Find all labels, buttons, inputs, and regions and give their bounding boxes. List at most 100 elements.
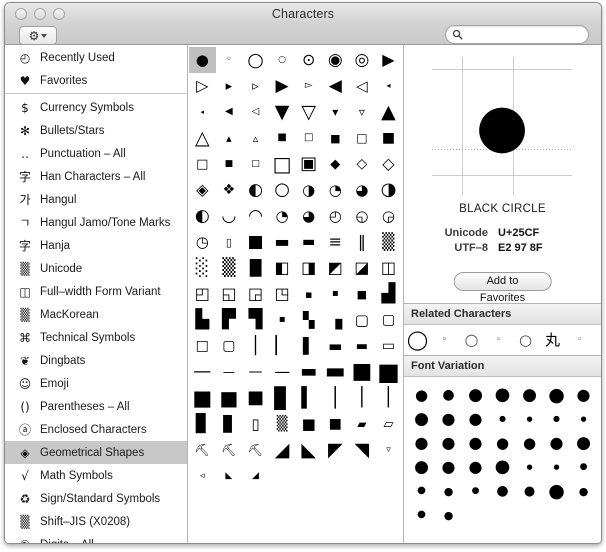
character-cell[interactable]: ◇ xyxy=(375,151,402,177)
font-variation-cell[interactable]: ● xyxy=(570,383,597,407)
font-variation-cell[interactable]: ● xyxy=(408,383,435,407)
character-cell[interactable]: ◡ xyxy=(216,203,243,229)
character-cell[interactable]: ▯ xyxy=(216,229,243,255)
character-cell[interactable]: ◴ xyxy=(322,203,349,229)
character-cell[interactable]: ◱ xyxy=(216,281,243,307)
character-cell[interactable]: ● xyxy=(189,47,216,73)
character-cell[interactable]: ◳ xyxy=(269,281,296,307)
character-cell[interactable]: ⛏ xyxy=(189,437,216,463)
character-cell[interactable]: ▌ xyxy=(295,333,322,359)
character-cell[interactable]: ▬ xyxy=(349,333,376,359)
font-variation-cell[interactable]: ● xyxy=(408,431,435,455)
font-variation-cell[interactable]: ● xyxy=(570,431,597,455)
font-variation-cell[interactable]: ● xyxy=(543,407,570,431)
related-character-cell[interactable]: ◦ xyxy=(431,335,458,345)
character-cell[interactable]: ⛏ xyxy=(242,437,269,463)
sidebar-item-digits-all[interactable]: ① Digits – All xyxy=(5,533,187,544)
character-cell[interactable]: ◣ xyxy=(216,463,243,489)
character-cell[interactable]: ▒ xyxy=(216,255,243,281)
character-cell[interactable]: ◑ xyxy=(375,177,402,203)
character-cell[interactable]: □ xyxy=(189,151,216,177)
font-variation-cell[interactable]: ● xyxy=(462,407,489,431)
font-variation-cell[interactable]: ● xyxy=(516,407,543,431)
character-cell[interactable]: █ xyxy=(242,255,269,281)
sidebar-item-hangul-jamo-tone-marks[interactable]: ㄱ Hangul Jamo/Tone Marks xyxy=(5,211,187,234)
character-cell[interactable]: ◲ xyxy=(242,281,269,307)
font-variation-cell[interactable]: ● xyxy=(570,455,597,479)
character-cell[interactable]: ◣ xyxy=(295,437,322,463)
character-cell[interactable]: ▶ xyxy=(269,73,296,99)
font-variation-cell[interactable]: ● xyxy=(408,455,435,479)
related-character-cell[interactable]: 丸 xyxy=(539,332,566,348)
sidebar-item-dingbats[interactable]: ❦ Dingbats xyxy=(5,349,187,372)
character-cell[interactable]: ⊙ xyxy=(295,47,322,73)
character-cell[interactable]: │ xyxy=(242,333,269,359)
character-cell[interactable]: ▹ xyxy=(242,73,269,99)
character-cell[interactable]: ◢ xyxy=(242,463,269,489)
character-cell[interactable]: ▜ xyxy=(242,307,269,333)
character-cell[interactable]: ◢ xyxy=(269,437,296,463)
character-cell[interactable]: ◤ xyxy=(322,437,349,463)
character-cell[interactable]: ◥ xyxy=(349,437,376,463)
character-cell[interactable]: ◁ xyxy=(242,99,269,125)
character-cell[interactable]: □ xyxy=(242,151,269,177)
font-variation-cell[interactable]: ● xyxy=(489,479,516,503)
font-variation-cell[interactable]: ● xyxy=(570,407,597,431)
font-variation-cell[interactable]: ● xyxy=(543,455,570,479)
font-variation-cell[interactable]: ● xyxy=(543,479,570,503)
sidebar-item-mackorean[interactable]: ▒ MacKorean xyxy=(5,303,187,326)
sidebar-item-hanja[interactable]: 字 Hanja xyxy=(5,234,187,257)
font-variation-cell[interactable]: ● xyxy=(489,455,516,479)
character-cell[interactable]: ◎ xyxy=(349,47,376,73)
character-cell[interactable]: ◩ xyxy=(322,255,349,281)
font-variation-cell[interactable]: ● xyxy=(435,431,462,455)
font-variation-cell[interactable]: ● xyxy=(462,383,489,407)
character-cell[interactable]: ◂ xyxy=(189,99,216,125)
character-cell[interactable]: ▸ xyxy=(216,73,243,99)
character-cell[interactable]: ▬ xyxy=(295,359,322,385)
character-cell[interactable]: ▶ xyxy=(375,47,402,73)
character-cell[interactable]: ▬ xyxy=(322,359,349,385)
character-cell[interactable]: ▢ xyxy=(375,307,402,333)
font-variation-cell[interactable]: ● xyxy=(489,431,516,455)
related-character-cell[interactable]: ◦ xyxy=(566,335,593,345)
font-variation-cell[interactable]: ● xyxy=(543,431,570,455)
character-cell[interactable]: ■ xyxy=(242,229,269,255)
font-variation-cell[interactable]: ● xyxy=(435,383,462,407)
character-cell[interactable]: ░ xyxy=(189,255,216,281)
character-cell[interactable]: □ xyxy=(349,125,376,151)
character-cell[interactable]: ▙ xyxy=(189,307,216,333)
character-cell[interactable]: ○ xyxy=(242,47,269,73)
character-cell[interactable]: ▽ xyxy=(295,99,322,125)
character-cell[interactable]: ▢ xyxy=(349,307,376,333)
character-cell[interactable]: ■ xyxy=(242,385,269,411)
character-cell[interactable]: ▗ xyxy=(322,307,349,333)
character-cell[interactable]: ■ xyxy=(349,281,376,307)
sidebar-item-unicode[interactable]: ▒ Unicode xyxy=(5,257,187,280)
character-cell[interactable]: ◈ xyxy=(189,177,216,203)
character-cell[interactable]: ◔ xyxy=(322,177,349,203)
font-variation-cell[interactable]: ● xyxy=(516,455,543,479)
sidebar-item-technical-symbols[interactable]: ⌘ Technical Symbols xyxy=(5,326,187,349)
character-cell[interactable]: ▪ xyxy=(295,281,322,307)
font-variation-cell[interactable]: ● xyxy=(462,479,489,503)
character-cell[interactable]: ◕ xyxy=(349,177,376,203)
character-cell[interactable]: ◠ xyxy=(242,203,269,229)
character-cell[interactable]: ▣ xyxy=(295,151,322,177)
font-variation-cell[interactable]: ● xyxy=(435,479,462,503)
sidebar-item-sign-standard-symbols[interactable]: ♻ Sign/Standard Symbols xyxy=(5,487,187,510)
character-cell[interactable]: ■ xyxy=(322,125,349,151)
character-cell[interactable]: ▴ xyxy=(216,125,243,151)
font-variation-cell[interactable]: ● xyxy=(489,383,516,407)
character-cell[interactable]: — xyxy=(269,359,296,385)
character-cell[interactable]: ■ xyxy=(216,151,243,177)
sidebar-item-han-characters-all[interactable]: 字 Han Characters – All xyxy=(5,165,187,188)
sidebar-item-shift-jis-x0208[interactable]: ▒ Shift–JIS (X0208) xyxy=(5,510,187,533)
character-cell[interactable]: ◁ xyxy=(349,73,376,99)
character-cell[interactable]: ▿ xyxy=(349,99,376,125)
character-cell[interactable]: ◫ xyxy=(375,255,402,281)
font-variation-cell[interactable]: ● xyxy=(435,407,462,431)
font-variation-cell[interactable]: ● xyxy=(516,431,543,455)
character-cell[interactable]: ◶ xyxy=(375,203,402,229)
sidebar-item-math-symbols[interactable]: √ Math Symbols xyxy=(5,464,187,487)
